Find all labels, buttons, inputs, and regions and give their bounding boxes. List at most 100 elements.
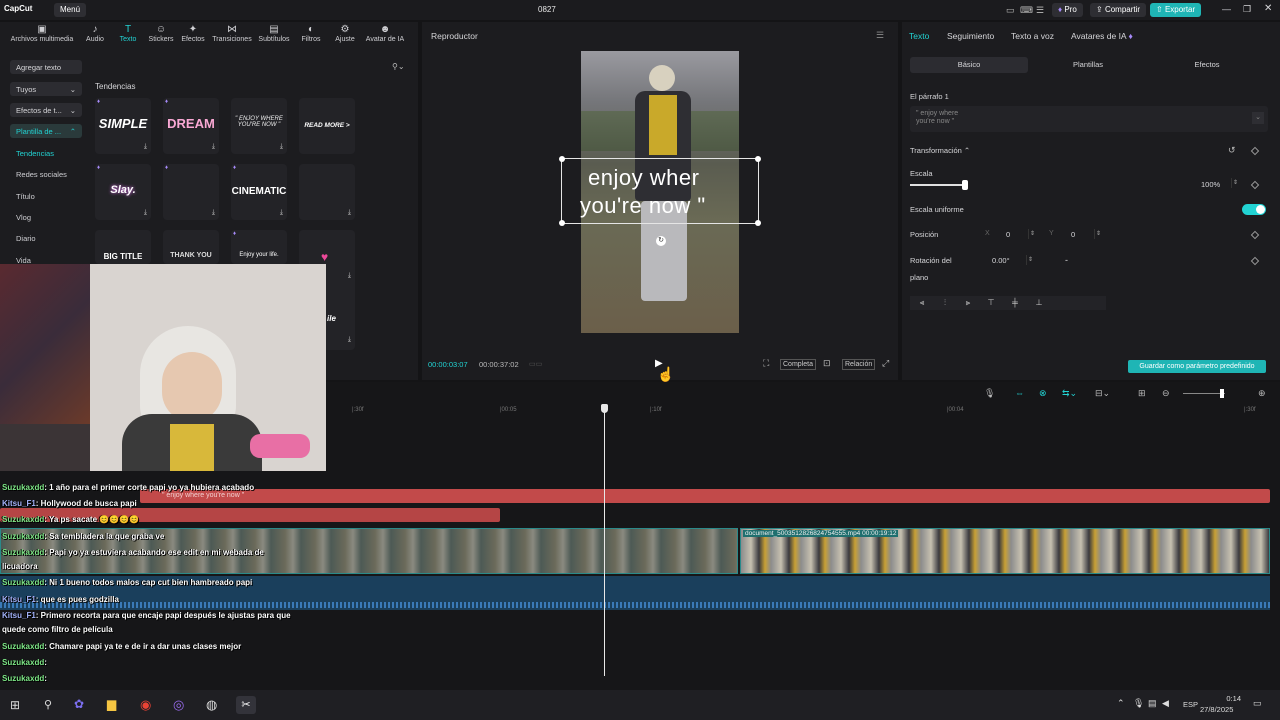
scale-value[interactable]: 100% xyxy=(1201,180,1220,189)
save-preset-button[interactable]: Guardar como parámetro predefinido xyxy=(1128,360,1266,373)
link-icon[interactable]: ⇔ xyxy=(1015,388,1024,398)
preview-icon[interactable]: ⊞ xyxy=(1138,388,1146,399)
resize-handle[interactable] xyxy=(755,156,761,162)
maximize-icon[interactable]: ❐ xyxy=(1243,4,1251,15)
scale-slider-thumb[interactable] xyxy=(962,180,968,190)
chevron-down-icon[interactable]: ⌄ xyxy=(1252,112,1264,124)
reset-icon[interactable]: ↺ xyxy=(1228,145,1236,156)
templates-dropdown[interactable]: Plantilla de ... ⌃ xyxy=(10,124,82,138)
pos-y-stepper[interactable]: ⇕ xyxy=(1094,229,1102,239)
close-icon[interactable]: ✕ xyxy=(1264,3,1272,14)
paragraph-textarea[interactable]: " enjoy where you're now " ⌄ xyxy=(910,106,1268,132)
text-effects-dropdown[interactable]: Efectos de t... ⌄ xyxy=(10,103,82,117)
grid-icon[interactable]: ▭▭ xyxy=(529,360,542,368)
tab-text[interactable]: T Texto xyxy=(115,24,141,43)
download-icon[interactable]: ⤓ xyxy=(280,209,283,217)
sidebar-item-tendencias[interactable]: Tendencias xyxy=(16,149,54,158)
folder-icon[interactable]: ▆ xyxy=(107,697,116,711)
subtab-basico[interactable]: Básico xyxy=(910,57,1028,73)
start-icon[interactable]: ⊞ xyxy=(10,698,20,712)
template-card[interactable]: ♦ CINEMATIC ⤓ xyxy=(231,164,287,220)
search-icon[interactable]: ⚲ xyxy=(44,698,52,711)
download-icon[interactable]: ⤓ xyxy=(212,143,215,151)
template-card[interactable]: THANK YOU xyxy=(163,230,219,264)
pos-x-stepper[interactable]: ⇕ xyxy=(1028,229,1036,239)
snap-icon[interactable]: ⇆⌄ xyxy=(1062,388,1077,399)
resize-handle[interactable] xyxy=(559,220,565,226)
rotation-dash[interactable]: - xyxy=(1065,255,1068,265)
crop-icon[interactable]: ⛶ xyxy=(763,358,769,369)
tab-effects[interactable]: ✦ Efectos xyxy=(178,24,208,43)
scale-stepper[interactable]: ⇕ xyxy=(1231,178,1239,188)
zoom-slider-thumb[interactable] xyxy=(1220,389,1224,398)
rotate-handle-icon[interactable]: ↻ xyxy=(656,236,666,246)
playhead-handle[interactable] xyxy=(601,404,608,413)
screenshot-icon[interactable]: ⊡ xyxy=(823,358,831,369)
tray-language[interactable]: ESP xyxy=(1183,700,1198,709)
sidebar-item-diario[interactable]: Diario xyxy=(16,234,36,243)
tab-seguimiento[interactable]: Seguimiento xyxy=(947,31,994,41)
tray-time[interactable]: 0:14 xyxy=(1215,694,1241,703)
template-card[interactable]: ♦ ⤓ xyxy=(163,164,219,220)
template-card[interactable]: ♦ Slay. ⤓ xyxy=(95,164,151,220)
download-icon[interactable]: ⤓ xyxy=(348,272,351,280)
sidebar-item-titulo[interactable]: Título xyxy=(16,192,35,201)
tab-filter[interactable]: ◐ Filtros xyxy=(297,24,325,43)
rotation-value[interactable]: 0.00° xyxy=(992,256,1010,265)
tab-avatares[interactable]: Avatares de IA ♦ xyxy=(1071,31,1133,41)
pos-y-value[interactable]: 0 xyxy=(1071,230,1075,239)
resize-handle[interactable] xyxy=(559,156,565,162)
player-menu-icon[interactable]: ☰ xyxy=(876,30,884,41)
align-middle-icon[interactable]: ╪ xyxy=(1004,296,1026,310)
template-card[interactable]: READ MORE > xyxy=(299,98,355,154)
download-icon[interactable]: ⤓ xyxy=(348,336,351,344)
tray-chevron-icon[interactable]: ⌃ xyxy=(1117,698,1125,709)
share-button[interactable]: ⇪ Compartir xyxy=(1090,3,1147,17)
minimize-icon[interactable]: — xyxy=(1222,4,1231,14)
tab-subtitle[interactable]: ▤ Subtítulos xyxy=(255,24,293,43)
split-icon[interactable]: ⊟⌄ xyxy=(1095,388,1110,399)
template-card[interactable]: ♦ DREAM ⤓ xyxy=(163,98,219,154)
pos-x-value[interactable]: 0 xyxy=(1006,230,1010,239)
add-text-button[interactable]: Agregar texto xyxy=(10,60,82,74)
template-card[interactable]: ♦ SIMPLE ⤓ xyxy=(95,98,151,154)
magnet-icon[interactable]: ⊗ xyxy=(1039,388,1047,399)
tab-media[interactable]: ▣ Archivos multimedia xyxy=(8,24,76,43)
list-icon[interactable]: ☰ xyxy=(1036,5,1044,16)
download-icon[interactable]: ⤓ xyxy=(280,143,283,151)
pro-button[interactable]: ♦ Pro xyxy=(1052,3,1083,17)
tray-network-icon[interactable]: ▤ xyxy=(1148,698,1157,709)
yours-dropdown[interactable]: Tuyos ⌄ xyxy=(10,82,82,96)
zoom-out-icon[interactable]: ⊖ xyxy=(1162,388,1170,399)
template-card[interactable]: ♦ Enjoy your life. xyxy=(231,230,287,264)
download-icon[interactable]: ⤓ xyxy=(144,143,147,151)
align-top-icon[interactable]: ⊤ xyxy=(980,296,1002,310)
full-button[interactable]: Completa xyxy=(780,359,816,370)
chrome-icon[interactable]: ◉ xyxy=(140,697,151,713)
subtab-efectos[interactable]: Efectos xyxy=(1148,57,1266,73)
subtab-plantillas[interactable]: Plantillas xyxy=(1028,57,1148,73)
tab-ai-avatar[interactable]: ☻ Avatar de IA xyxy=(362,24,408,43)
transform-label[interactable]: Transformación ⌃ xyxy=(910,146,970,155)
align-right-icon[interactable]: ⫸ xyxy=(957,296,979,310)
copilot-icon[interactable]: ✿ xyxy=(74,697,84,711)
text-clip[interactable]: " enjoy where you're now " xyxy=(140,489,1270,503)
fullscreen-icon[interactable]: ⤢ xyxy=(882,358,889,369)
capcut-taskbar-icon[interactable]: ✂ xyxy=(236,696,256,714)
tab-sticker[interactable]: ☺ Stickers xyxy=(145,24,177,43)
notification-icon[interactable]: ▭ xyxy=(1253,698,1262,709)
template-card[interactable]: ⤓ xyxy=(299,164,355,220)
tray-mic-icon[interactable]: 🎙 xyxy=(1133,698,1144,709)
align-left-icon[interactable]: ⫷ xyxy=(911,296,933,310)
video-clip-2[interactable]: document_5003512826824754555.mp4 00:00:1… xyxy=(740,528,1270,574)
download-icon[interactable]: ⤓ xyxy=(348,209,351,217)
ratio-button[interactable]: Relación xyxy=(842,359,876,370)
align-center-icon[interactable]: ⫶ xyxy=(934,296,956,310)
tab-texto-a-voz[interactable]: Texto a voz xyxy=(1011,31,1054,41)
zoom-in-icon[interactable]: ⊕ xyxy=(1258,388,1266,399)
scale-slider-track[interactable] xyxy=(910,184,966,186)
app-icon[interactable]: ◍ xyxy=(206,697,217,713)
tray-volume-icon[interactable]: ◀ xyxy=(1162,698,1169,709)
tray-date[interactable]: 27/8/2025 xyxy=(1200,705,1233,714)
download-icon[interactable]: ⤓ xyxy=(144,209,147,217)
